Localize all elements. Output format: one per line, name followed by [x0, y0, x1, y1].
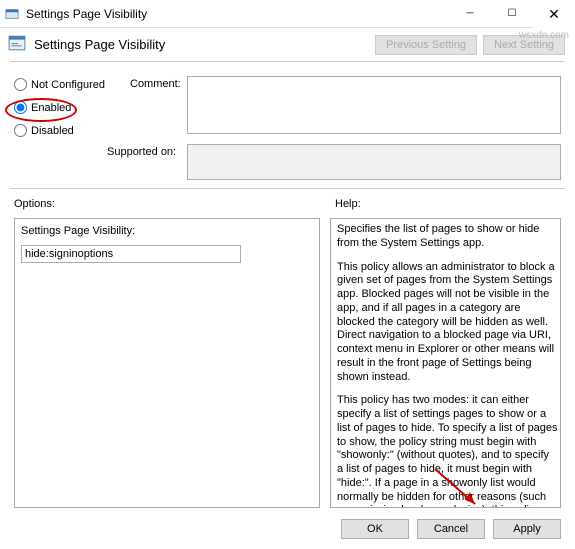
- minimize-button[interactable]: ─: [449, 0, 491, 28]
- radio-disabled-label: Disabled: [31, 125, 74, 137]
- radio-enabled-input[interactable]: [14, 101, 27, 114]
- help-panel[interactable]: Specifies the list of pages to show or h…: [330, 218, 561, 508]
- settings-visibility-input[interactable]: [21, 245, 241, 263]
- help-paragraph-1: Specifies the list of pages to show or h…: [337, 223, 558, 251]
- ok-button[interactable]: OK: [341, 519, 409, 539]
- button-row: OK Cancel Apply: [333, 519, 561, 539]
- titlebar: Settings Page Visibility ─ ☐ ✕: [0, 0, 575, 28]
- policy-icon: [8, 34, 30, 55]
- radio-not-configured-input[interactable]: [14, 78, 27, 91]
- radio-disabled-input[interactable]: [14, 124, 27, 137]
- watermark: wsxdn.com: [519, 30, 569, 41]
- radio-not-configured[interactable]: Not Configured: [14, 78, 105, 91]
- state-radios: Not Configured Enabled Disabled: [14, 78, 105, 147]
- help-paragraph-2: This policy allows an administrator to b…: [337, 261, 558, 385]
- help-heading: Help:: [335, 198, 361, 210]
- window-title: Settings Page Visibility: [24, 7, 449, 21]
- supported-label: Supported on:: [107, 146, 176, 158]
- options-field-label: Settings Page Visibility:: [21, 225, 313, 237]
- help-paragraph-3: This policy has two modes: it can either…: [337, 394, 558, 508]
- app-icon: [0, 7, 24, 21]
- previous-setting-button[interactable]: Previous Setting: [375, 35, 477, 55]
- radio-disabled[interactable]: Disabled: [14, 124, 105, 137]
- apply-button[interactable]: Apply: [493, 519, 561, 539]
- close-button[interactable]: ✕: [533, 0, 575, 28]
- divider-top: [10, 61, 565, 62]
- options-heading: Options:: [14, 198, 55, 210]
- page-title: Settings Page Visibility: [30, 37, 369, 52]
- radio-not-configured-label: Not Configured: [31, 79, 105, 91]
- divider-mid: [10, 188, 565, 189]
- supported-input: [187, 144, 561, 180]
- radio-enabled-label: Enabled: [31, 102, 71, 114]
- cancel-button[interactable]: Cancel: [417, 519, 485, 539]
- comment-input[interactable]: [187, 76, 561, 134]
- options-panel: Settings Page Visibility:: [14, 218, 320, 508]
- comment-label: Comment:: [130, 78, 181, 90]
- options-highlight: [21, 245, 241, 263]
- header-row: Settings Page Visibility Previous Settin…: [0, 28, 575, 59]
- radio-enabled[interactable]: Enabled: [14, 101, 105, 114]
- maximize-button[interactable]: ☐: [491, 0, 533, 28]
